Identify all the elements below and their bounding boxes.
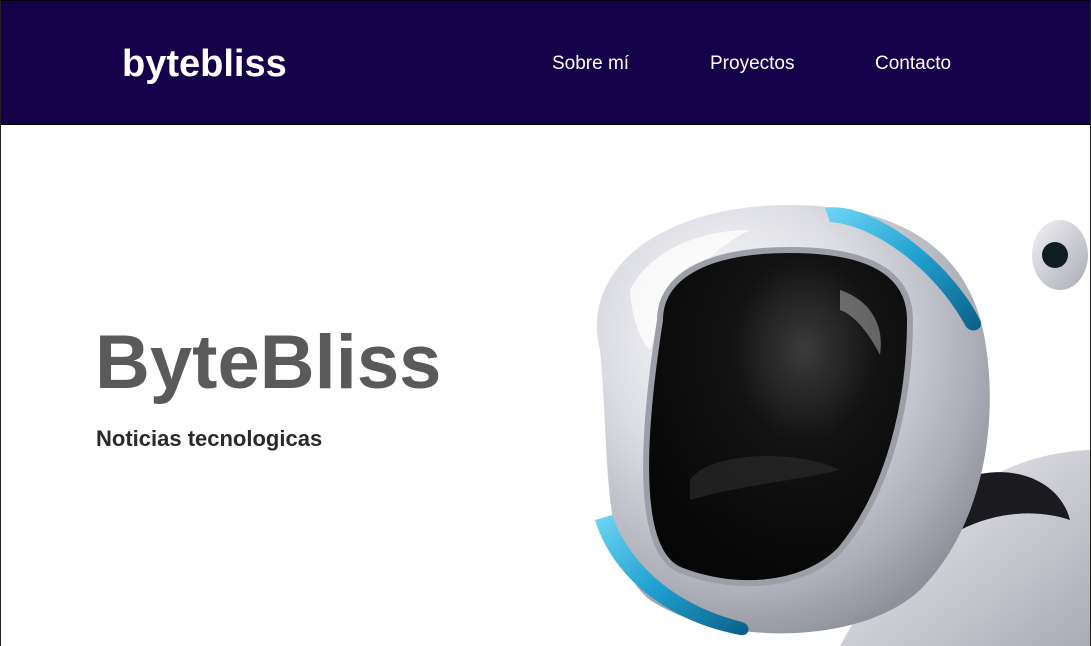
nav-link-contacto[interactable]: Contacto (875, 52, 951, 76)
hero-title: ByteBliss (95, 320, 442, 405)
hero-subtitle: Noticias tecnologicas (96, 426, 323, 451)
site-logo[interactable]: bytebliss (122, 42, 287, 86)
nav-link-sobre-mi[interactable]: Sobre mí (552, 52, 629, 76)
site-header: bytebliss Sobre mí Proyectos Contacto (0, 0, 1091, 125)
nav-link-proyectos[interactable]: Proyectos (710, 52, 794, 76)
robot-illustration (595, 205, 1091, 646)
